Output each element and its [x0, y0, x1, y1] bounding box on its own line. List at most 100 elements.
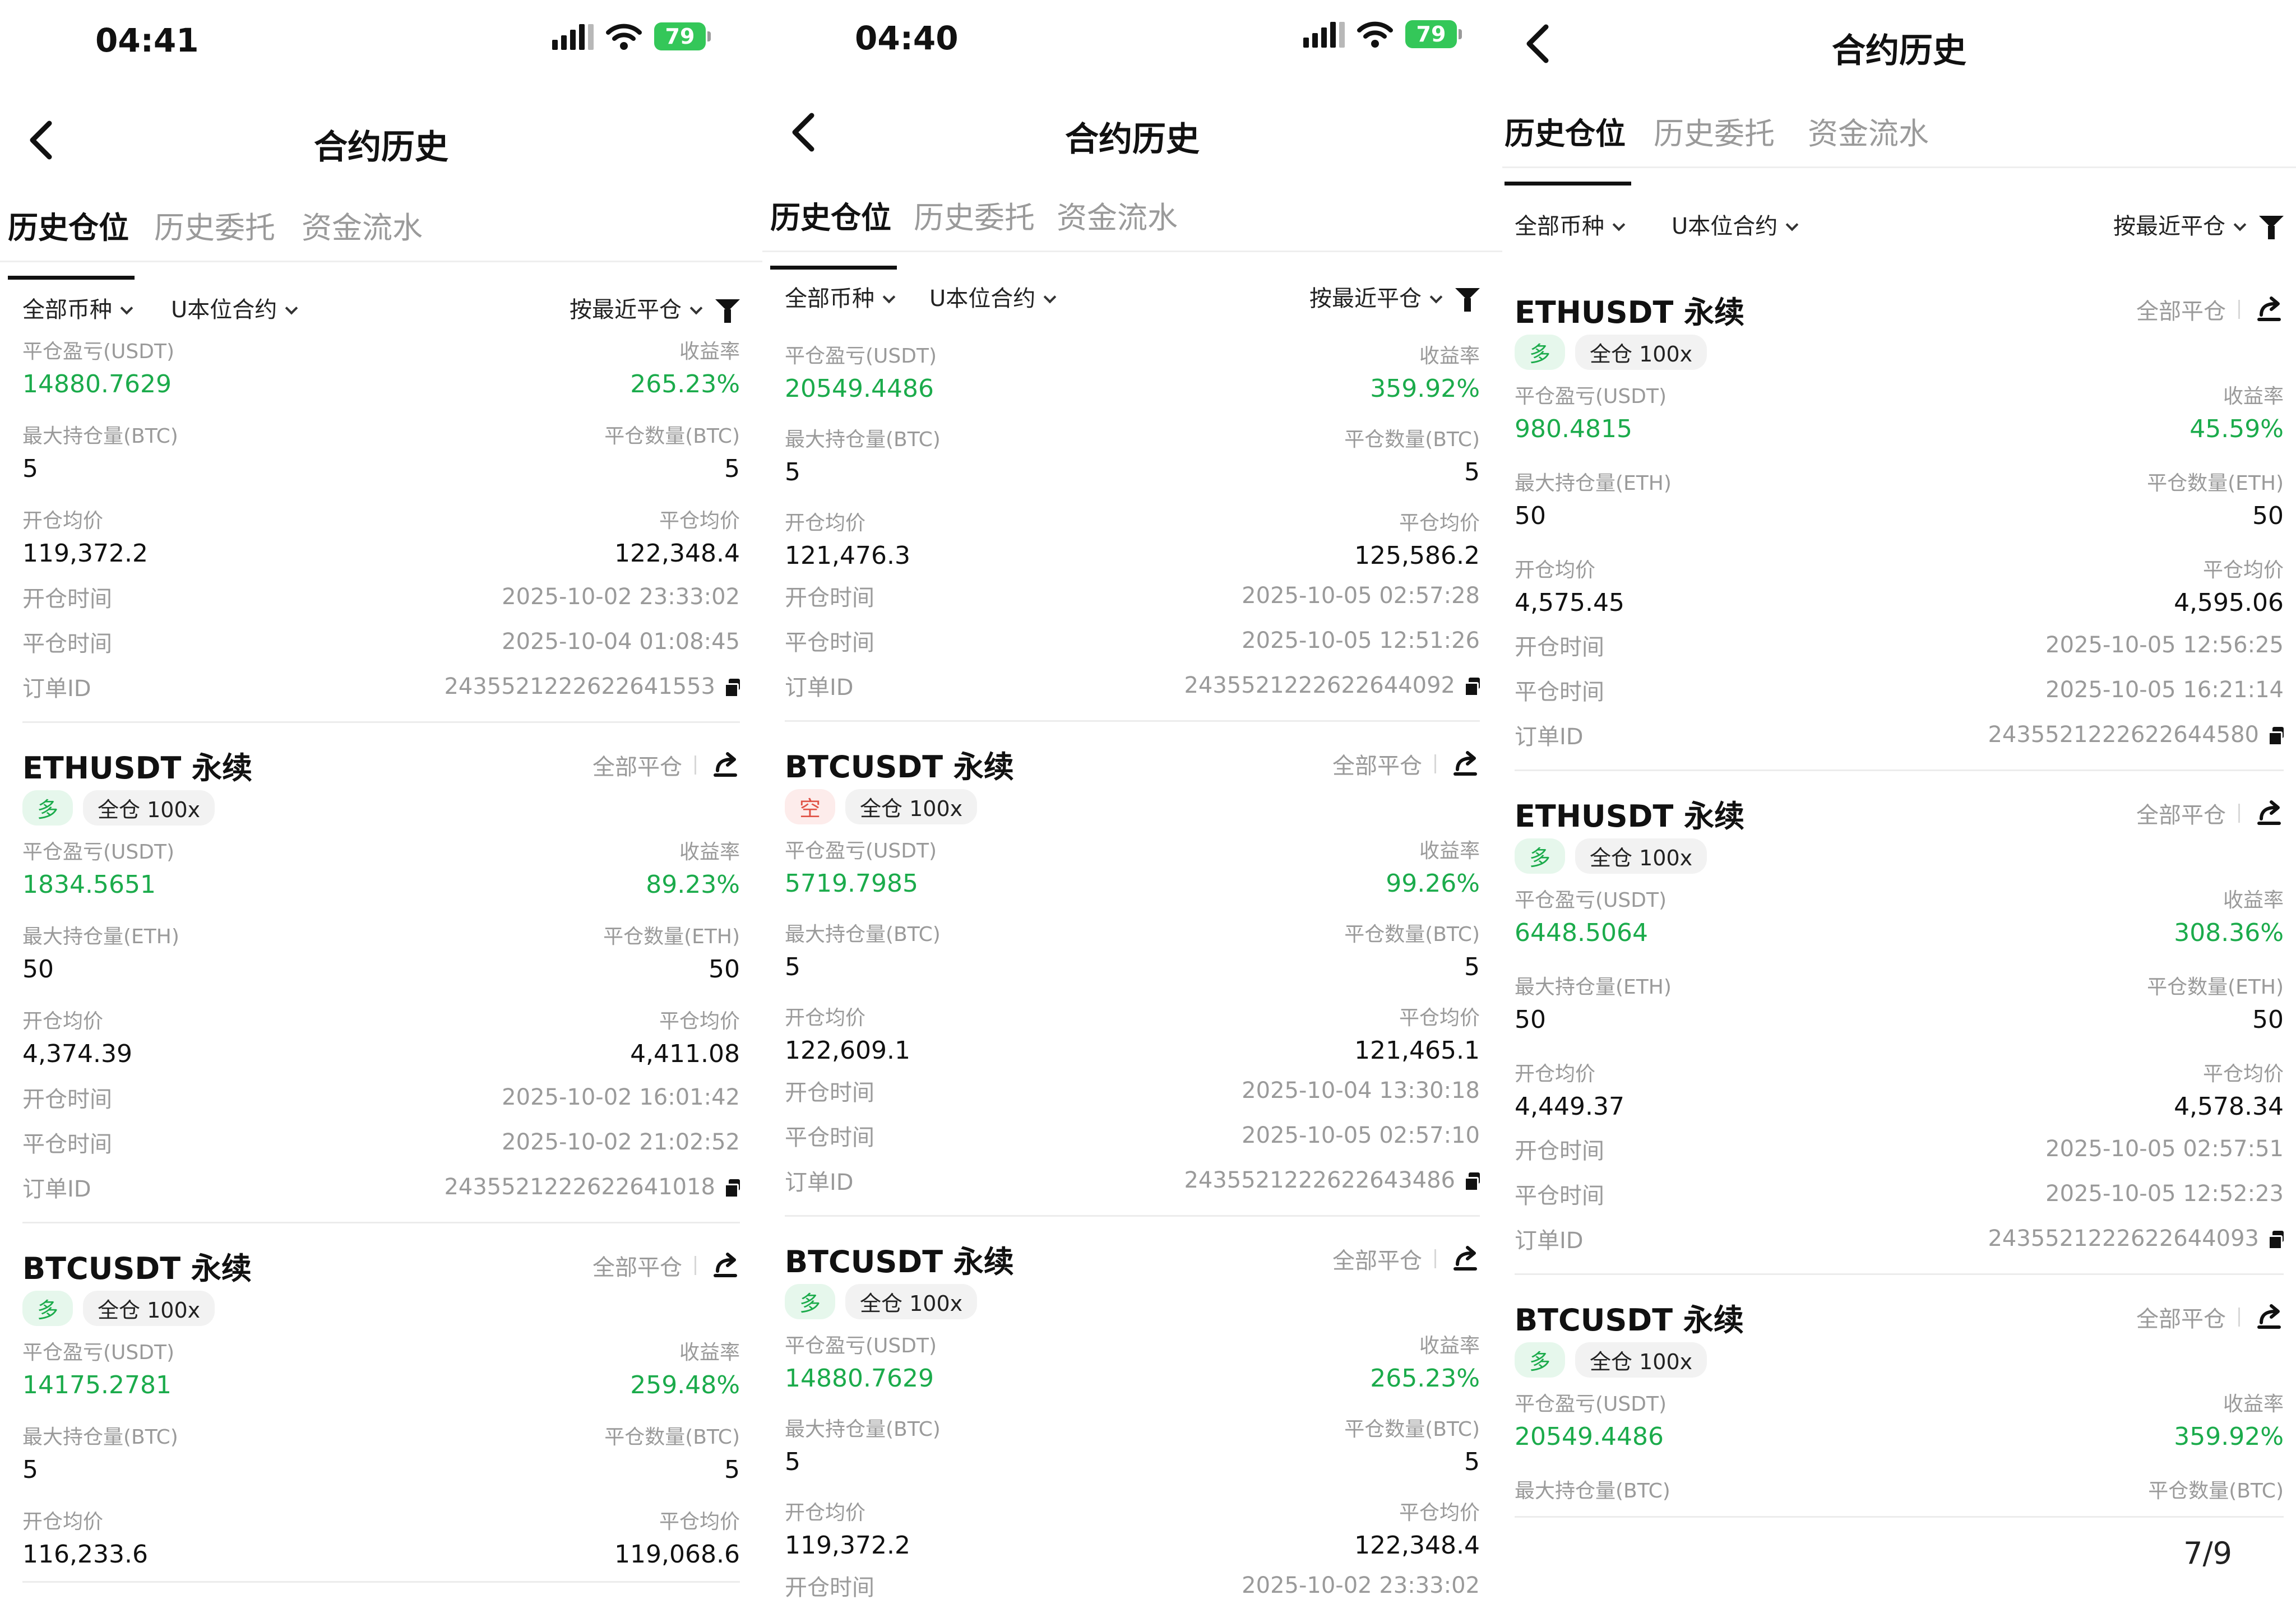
- copy-icon[interactable]: [1464, 678, 1480, 697]
- divider: [695, 755, 696, 775]
- roe-value: 259.48%: [630, 1371, 740, 1399]
- close-all-button[interactable]: 全部平仓: [2136, 1301, 2226, 1333]
- page-title: 合约历史: [1832, 31, 1966, 71]
- close-avg-value: 121,465.1: [1354, 1036, 1480, 1065]
- close-time-row: 平仓时间 2025-10-04 01:08:45: [22, 619, 740, 664]
- sort-filter[interactable]: 按最近平仓: [2113, 208, 2247, 240]
- roe-value: 45.59%: [2189, 415, 2284, 443]
- position-card[interactable]: BTCUSDT 永续 全部平仓 多全仓 100x 平仓盈亏(USDT) 20549…: [1515, 1297, 2284, 1518]
- close-time-value: 2025-10-05 12:52:23: [2045, 1181, 2284, 1207]
- share-icon[interactable]: [1451, 749, 1480, 778]
- filter-funnel-icon[interactable]: [2259, 216, 2284, 239]
- close-avg-value: 4,595.06: [2174, 588, 2284, 617]
- position-card[interactable]: 平仓盈亏(USDT) 20549.4486 收益率 359.92% 最大持仓量(BT…: [785, 340, 1480, 722]
- order-id-label: 订单ID: [1515, 1228, 1584, 1254]
- position-list: 平仓盈亏(USDT) 20549.4486 收益率 359.92% 最大持仓量(BT…: [785, 334, 1480, 1618]
- contract-filter[interactable]: U本位合约: [171, 291, 298, 324]
- open-time-label: 开仓时间: [1515, 634, 1604, 660]
- price-row: 开仓均价 122,609.1 平仓均价 121,465.1: [785, 1002, 1480, 1065]
- position-card[interactable]: BTCUSDT 永续 全部平仓 多全仓 100x 平仓盈亏(USDT) 14880…: [785, 1239, 1480, 1618]
- pnl-row: 平仓盈亏(USDT) 980.4815 收益率 45.59%: [1515, 380, 2284, 443]
- open-time-label: 开仓时间: [22, 1087, 112, 1112]
- position-card[interactable]: 平仓盈亏(USDT) 14880.7629 收益率 265.23% 最大持仓量(BT…: [22, 335, 740, 723]
- share-icon[interactable]: [2255, 1302, 2284, 1332]
- share-icon[interactable]: [2255, 799, 2284, 828]
- pnl-label: 平仓盈亏(USDT): [1515, 1393, 1667, 1416]
- position-card[interactable]: ETHUSDT 永续 全部平仓 多全仓 100x 平仓盈亏(USDT) 1834.…: [22, 745, 740, 1223]
- status-icons: 79: [552, 22, 711, 50]
- pnl-row: 平仓盈亏(USDT) 14880.7629 收益率 265.23%: [785, 1329, 1480, 1393]
- symbol-label: BTCUSDT 永续: [785, 1244, 1014, 1279]
- close-all-button[interactable]: 全部平仓: [592, 749, 682, 781]
- tab-fund-flow[interactable]: 资金流水: [1057, 193, 1178, 237]
- sort-filter[interactable]: 按最近平仓: [570, 291, 703, 324]
- copy-icon[interactable]: [2268, 1231, 2284, 1250]
- position-card[interactable]: ETHUSDT 永续 全部平仓 多全仓 100x 平仓盈亏(USDT) 980.4…: [1515, 290, 2284, 771]
- roe-value: 89.23%: [646, 870, 740, 899]
- close-qty-label: 平仓数量(BTC): [604, 425, 740, 448]
- filter-funnel-icon[interactable]: [1455, 288, 1480, 312]
- card-header: ETHUSDT 永续 全部平仓: [1515, 290, 2284, 330]
- coin-filter[interactable]: 全部币种: [785, 280, 896, 313]
- order-id-label: 订单ID: [785, 675, 854, 701]
- close-time-row: 平仓时间 2025-10-05 12:51:26: [785, 618, 1480, 663]
- side-badge: 多: [22, 790, 73, 826]
- tab-history-orders[interactable]: 历史委托: [154, 203, 275, 247]
- position-card[interactable]: BTCUSDT 永续 全部平仓 空全仓 100x 平仓盈亏(USDT) 5719.…: [785, 744, 1480, 1217]
- signal-icon: [552, 23, 594, 50]
- chevron-down-icon: [285, 302, 298, 315]
- tab-history-positions[interactable]: 历史仓位: [8, 203, 135, 280]
- close-all-button[interactable]: 全部平仓: [1332, 1243, 1422, 1275]
- battery-icon: 79: [1405, 20, 1462, 48]
- tab-history-positions[interactable]: 历史仓位: [770, 193, 897, 270]
- sort-controls: 按最近平仓: [570, 291, 740, 324]
- coin-filter-label: 全部币种: [22, 297, 112, 323]
- copy-icon[interactable]: [724, 1179, 740, 1198]
- position-card[interactable]: ETHUSDT 永续 全部平仓 多全仓 100x 平仓盈亏(USDT) 6448.…: [1515, 794, 2284, 1275]
- open-avg-label: 开仓均价: [1515, 1063, 1596, 1086]
- tab-history-orders[interactable]: 历史委托: [1654, 109, 1775, 153]
- share-icon[interactable]: [711, 750, 740, 780]
- close-time-label: 平仓时间: [1515, 679, 1604, 705]
- copy-icon[interactable]: [1464, 1172, 1480, 1192]
- close-all-button[interactable]: 全部平仓: [2136, 293, 2226, 326]
- position-card[interactable]: BTCUSDT 永续 全部平仓 多全仓 100x 平仓盈亏(USDT) 14175…: [22, 1246, 740, 1583]
- copy-icon[interactable]: [724, 679, 740, 698]
- close-qty-value: 50: [709, 955, 740, 984]
- close-all-button[interactable]: 全部平仓: [592, 1249, 682, 1282]
- nav-bar: 合约历史: [1502, 10, 2296, 77]
- close-qty-label: 平仓数量(ETH): [603, 925, 740, 948]
- sort-filter[interactable]: 按最近平仓: [1309, 280, 1443, 313]
- status-icons: 79: [1303, 20, 1462, 48]
- close-all-button[interactable]: 全部平仓: [1332, 748, 1422, 780]
- close-all-button[interactable]: 全部平仓: [2136, 797, 2226, 829]
- tab-fund-flow[interactable]: 资金流水: [1808, 109, 1929, 153]
- share-icon[interactable]: [2255, 295, 2284, 324]
- open-avg-label: 开仓均价: [785, 1501, 866, 1524]
- copy-icon[interactable]: [2268, 727, 2284, 746]
- close-time-row: 平仓时间 2025-10-02 21:02:52: [22, 1120, 740, 1165]
- tab-history-positions[interactable]: 历史仓位: [1505, 109, 1631, 186]
- pnl-value: 1834.5651: [22, 870, 156, 899]
- pnl-value: 20549.4486: [785, 374, 934, 403]
- card-header: BTCUSDT 永续 全部平仓: [785, 744, 1480, 785]
- wifi-icon: [606, 24, 642, 50]
- contract-filter[interactable]: U本位合约: [929, 280, 1057, 313]
- share-icon[interactable]: [711, 1251, 740, 1280]
- coin-filter[interactable]: 全部币种: [1515, 208, 1626, 240]
- tab-history-orders[interactable]: 历史委托: [914, 193, 1035, 237]
- card-header: ETHUSDT 永续 全部平仓: [22, 745, 740, 786]
- contract-filter[interactable]: U本位合约: [1672, 208, 1799, 240]
- open-time-row: 开仓时间 2025-10-05 02:57:28: [785, 573, 1480, 618]
- coin-filter[interactable]: 全部币种: [22, 291, 133, 324]
- side-badge: 多: [785, 1284, 836, 1319]
- share-icon[interactable]: [1451, 1244, 1480, 1273]
- tab-fund-flow[interactable]: 资金流水: [302, 203, 423, 247]
- max-position-label: 最大持仓量(ETH): [1515, 976, 1672, 999]
- close-time-value: 2025-10-04 01:08:45: [502, 629, 740, 655]
- symbol-label: BTCUSDT 永续: [785, 749, 1014, 785]
- pnl-value: 14880.7629: [22, 370, 172, 398]
- open-time-value: 2025-10-02 23:33:02: [1242, 1573, 1480, 1598]
- filter-funnel-icon[interactable]: [715, 299, 740, 323]
- pnl-value: 5719.7985: [785, 869, 918, 898]
